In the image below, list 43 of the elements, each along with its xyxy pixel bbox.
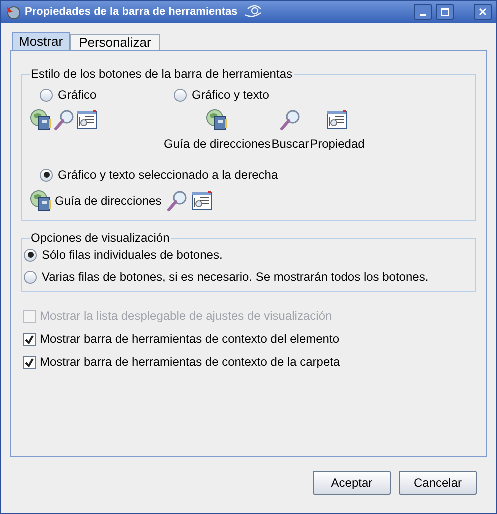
radio-button[interactable]: [40, 88, 53, 102]
properties-window-icon: [190, 190, 213, 212]
button-caption: Propiedad: [310, 136, 365, 153]
properties-window-icon: [76, 109, 98, 131]
globe-book-icon: [30, 109, 52, 131]
maximize-button[interactable]: [436, 4, 454, 20]
close-button[interactable]: [474, 4, 492, 20]
globe-book-icon: [30, 190, 52, 212]
radio-button[interactable]: [24, 270, 37, 284]
radio-label: Gráfico y texto: [192, 87, 270, 104]
app-icon: [5, 4, 21, 20]
maximize-icon: [441, 8, 449, 16]
minimize-button[interactable]: [414, 4, 432, 20]
checkbox-label: Mostrar barra de herramientas de contexto de la carpeta: [40, 354, 340, 371]
checkbox[interactable]: [23, 332, 36, 346]
checkbox-label: Mostrar la lista desplegable de ajustes de visualización: [40, 308, 332, 325]
group-title: Estilo de los botones de la barra de herramientas: [30, 66, 294, 83]
ok-button[interactable]: Aceptar: [312, 471, 391, 495]
radio-button[interactable]: [40, 168, 53, 182]
radio-button[interactable]: [24, 248, 37, 262]
window-title: Propiedades de la barra de herramientas: [25, 4, 238, 20]
radio-label: Gráfico: [58, 87, 97, 104]
checkbox[interactable]: [23, 356, 36, 368]
cancel-button[interactable]: Cancelar: [398, 471, 477, 495]
tab[interactable]: Mostrar: [12, 32, 70, 50]
radio-label: Varias filas de botones, si es necesario. Se mostrarán todos los botones.: [42, 269, 429, 286]
radio-button[interactable]: [174, 88, 187, 102]
check-icon: [25, 358, 34, 366]
radio-label: Gráfico y texto seleccionado a la derecha: [58, 167, 278, 184]
globe-book-icon: [206, 109, 228, 131]
properties-window-icon: [326, 109, 348, 131]
search-icon: [53, 109, 75, 131]
button-caption: Guía de direcciones: [55, 193, 162, 210]
search-icon: [166, 190, 188, 212]
radio-label: Sólo filas individuales de botones.: [42, 247, 223, 264]
group-title: Opciones de visualización: [30, 230, 171, 247]
checkbox-label: Mostrar barra de herramientas de contexto del elemento: [40, 331, 340, 348]
tab[interactable]: Personalizar: [70, 34, 160, 50]
close-icon: [479, 8, 487, 16]
button-caption: Buscar: [272, 136, 310, 153]
button-caption: Guía de direcciones: [164, 136, 271, 153]
search-icon: [279, 109, 302, 131]
check-icon: [25, 334, 34, 344]
